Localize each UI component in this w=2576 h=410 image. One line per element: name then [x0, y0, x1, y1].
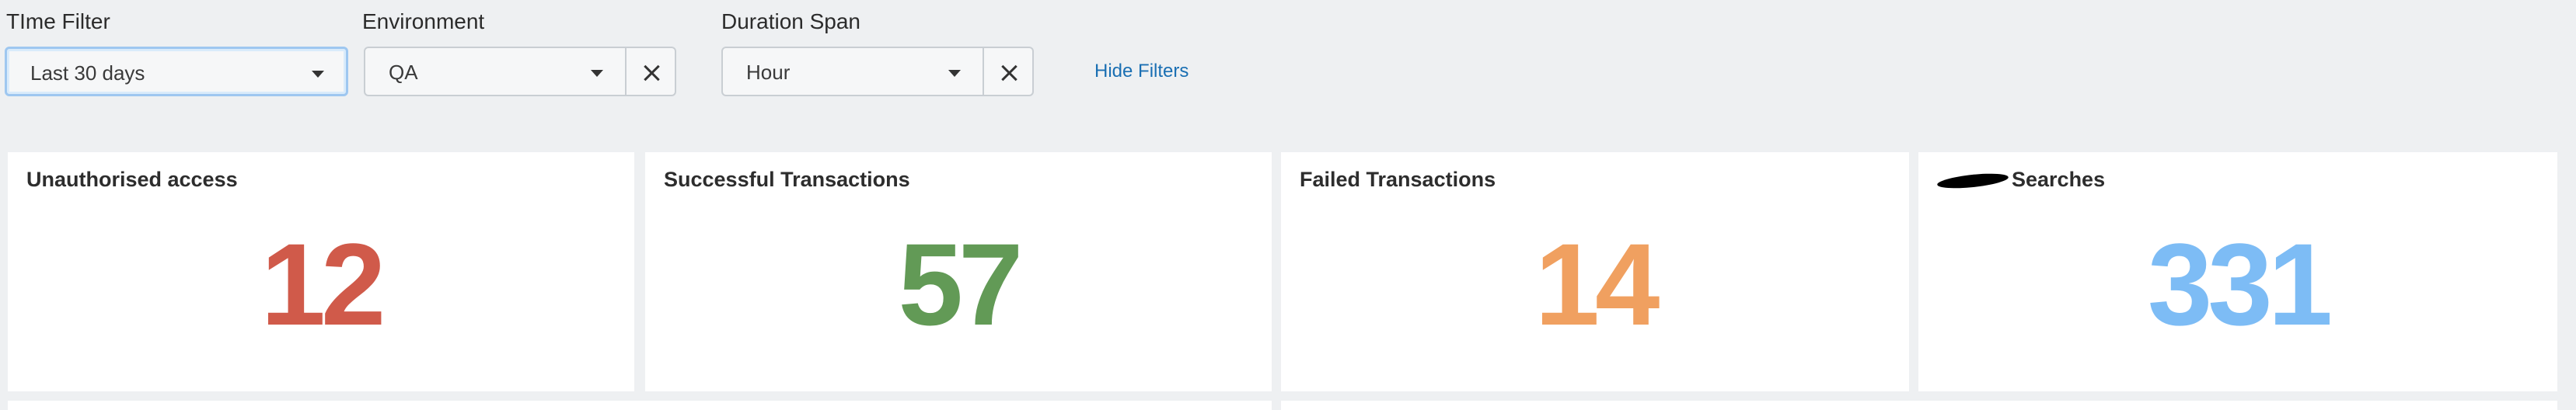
panel-title-text: Searches [2012, 168, 2106, 191]
chevron-down-icon [948, 70, 961, 77]
redaction-mark [1936, 171, 2009, 191]
panel-failed-transactions: Failed Transactions 14 [1281, 152, 1909, 391]
duration-dropdown[interactable]: Hour [721, 47, 984, 96]
environment-dropdown[interactable]: QA [364, 47, 627, 96]
panel-unauthorised-access: Unauthorised access 12 [8, 152, 634, 391]
close-icon [1000, 64, 1017, 82]
duration-value: Hour [746, 61, 791, 84]
time-filter-label: TIme Filter [6, 9, 110, 33]
panel-title: Searches [1936, 168, 2106, 192]
close-icon [643, 64, 660, 82]
panel-value: 14 [1534, 219, 1660, 349]
next-row-panel [1281, 401, 2557, 410]
environment-clear-button[interactable] [627, 47, 676, 96]
filter-bar: TIme Filter Last 30 days Environment QA … [0, 0, 2576, 124]
panel-value: 57 [898, 219, 1024, 349]
environment-filter-label: Environment [362, 9, 485, 33]
chevron-down-icon [312, 71, 324, 78]
duration-clear-button[interactable] [984, 47, 1034, 96]
panel-value: 12 [260, 219, 386, 349]
panel-searches: Searches 331 [1918, 152, 2557, 391]
panel-successful-transactions: Successful Transactions 57 [645, 152, 1272, 391]
time-filter-dropdown[interactable]: Last 30 days [5, 47, 348, 96]
time-filter: TIme Filter Last 30 days [0, 0, 358, 101]
chevron-down-icon [591, 70, 603, 77]
panel-title: Failed Transactions [1300, 168, 1496, 191]
panel-title: Unauthorised access [26, 168, 238, 191]
duration-filter: Duration Span Hour [717, 0, 1043, 101]
environment-value: QA [389, 61, 418, 84]
environment-filter: Environment QA [359, 0, 686, 101]
panel-title: Successful Transactions [664, 168, 910, 191]
next-row-panel [8, 401, 1272, 410]
panel-value: 331 [2147, 219, 2333, 349]
hide-filters-link[interactable]: Hide Filters [1094, 61, 1189, 82]
duration-filter-label: Duration Span [721, 9, 861, 33]
time-filter-value: Last 30 days [30, 61, 145, 85]
